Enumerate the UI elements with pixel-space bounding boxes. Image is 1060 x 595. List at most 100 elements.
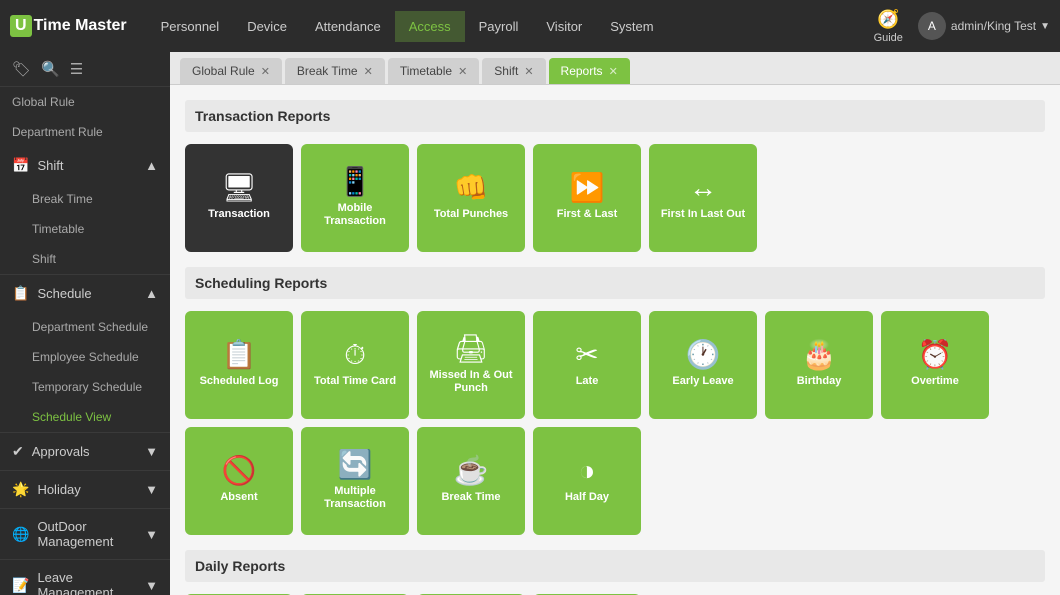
reports-content: Transaction Reports 🖥 Transaction 📱 Mobi… — [170, 85, 1060, 595]
tab-global-rule-label: Global Rule — [192, 64, 255, 78]
sidebar-section-shift-header[interactable]: 📅 Shift ▲ — [0, 147, 170, 184]
sidebar-item-dept-schedule[interactable]: Department Schedule — [0, 312, 170, 342]
scheduled-log-icon: 📋 — [222, 341, 257, 369]
tab-break-time-close[interactable]: ✕ — [364, 65, 373, 78]
missed-punch-icon: 🖨 — [453, 335, 489, 363]
avatar: A — [918, 12, 946, 40]
search-icon[interactable]: 🔍 — [41, 60, 60, 78]
leave-icon: 📝 — [12, 577, 29, 594]
card-first-last[interactable]: ⏩ First & Last — [533, 144, 641, 252]
card-scheduled-log[interactable]: 📋 Scheduled Log — [185, 311, 293, 419]
overtime-label: Overtime — [911, 375, 959, 388]
schedule-label: Schedule — [37, 286, 91, 301]
sidebar-section-leave: 📝 Leave Management ▼ — [0, 560, 170, 595]
shift-items: Break Time Timetable Shift — [0, 184, 170, 274]
card-multiple-transaction[interactable]: 🔄 Multiple Transaction — [301, 427, 409, 535]
transaction-reports-title: Transaction Reports — [185, 100, 1045, 132]
overtime-icon: ⏰ — [918, 341, 953, 369]
tab-shift[interactable]: Shift ✕ — [482, 58, 545, 84]
user-info[interactable]: A admin/King Test ▼ — [918, 12, 1050, 40]
nav-right: 🧭 Guide A admin/King Test ▼ — [874, 9, 1050, 44]
break-time-icon: ☕ — [454, 457, 489, 485]
sidebar-item-global-rule[interactable]: Global Rule — [0, 87, 170, 117]
nav-payroll[interactable]: Payroll — [465, 11, 533, 42]
sidebar-item-schedule-view[interactable]: Schedule View — [0, 402, 170, 432]
chevron-down-icon3: ▼ — [145, 482, 158, 497]
logo-text: Time Master — [34, 17, 127, 35]
card-mobile-transaction[interactable]: 📱 Mobile Transaction — [301, 144, 409, 252]
tab-timetable-close[interactable]: ✕ — [458, 65, 467, 78]
tab-timetable-label: Timetable — [400, 64, 452, 78]
sidebar: 🏷 🔍 ☰ Global Rule Department Rule 📅 Shif… — [0, 52, 170, 595]
half-day-label: Half Day — [565, 491, 609, 504]
break-time-label: Break Time — [441, 491, 500, 504]
tab-timetable[interactable]: Timetable ✕ — [388, 58, 479, 84]
sidebar-item-break-time[interactable]: Break Time — [0, 184, 170, 214]
card-first-in-last-out[interactable]: ↔ First In Last Out — [649, 144, 757, 252]
transaction-cards-grid: 🖥 Transaction 📱 Mobile Transaction 👊 Tot… — [185, 144, 1045, 252]
card-total-time-card[interactable]: ⏱ Total Time Card — [301, 311, 409, 419]
sidebar-item-timetable[interactable]: Timetable — [0, 214, 170, 244]
nav-system[interactable]: System — [596, 11, 667, 42]
sidebar-section-outdoor-header[interactable]: 🌐 OutDoor Management ▼ — [0, 509, 170, 559]
nav-attendance[interactable]: Attendance — [301, 11, 395, 42]
sidebar-item-shift[interactable]: Shift — [0, 244, 170, 274]
top-navigation: U Time Master Personnel Device Attendanc… — [0, 0, 1060, 52]
first-last-label: First & Last — [557, 208, 618, 221]
content-area: Global Rule ✕ Break Time ✕ Timetable ✕ S… — [170, 52, 1060, 595]
tab-global-rule-close[interactable]: ✕ — [261, 65, 270, 78]
sidebar-item-temp-schedule[interactable]: Temporary Schedule — [0, 372, 170, 402]
sidebar-item-department-rule[interactable]: Department Rule — [0, 117, 170, 147]
tabs-bar: Global Rule ✕ Break Time ✕ Timetable ✕ S… — [170, 52, 1060, 85]
card-absent[interactable]: 🚫 Absent — [185, 427, 293, 535]
tab-shift-close[interactable]: ✕ — [524, 65, 533, 78]
card-birthday[interactable]: 🎂 Birthday — [765, 311, 873, 419]
first-in-last-out-icon: ↔ — [689, 174, 717, 202]
sidebar-section-schedule-header[interactable]: 📋 Schedule ▲ — [0, 275, 170, 312]
card-transaction[interactable]: 🖥 Transaction — [185, 144, 293, 252]
sidebar-item-emp-schedule[interactable]: Employee Schedule — [0, 342, 170, 372]
list-icon[interactable]: ☰ — [70, 60, 83, 78]
tab-reports-close[interactable]: ✕ — [609, 65, 618, 78]
tag-icon[interactable]: 🏷 — [12, 60, 31, 78]
tab-reports[interactable]: Reports ✕ — [549, 58, 630, 84]
scheduling-cards-grid: 📋 Scheduled Log ⏱ Total Time Card 🖨 Miss… — [185, 311, 1045, 535]
shift-label: Shift — [37, 158, 63, 173]
tab-global-rule[interactable]: Global Rule ✕ — [180, 58, 282, 84]
nav-access[interactable]: Access — [395, 11, 465, 42]
chevron-down-icon2: ▼ — [145, 444, 158, 459]
scheduled-log-label: Scheduled Log — [200, 375, 279, 388]
sidebar-section-holiday: 🌟 Holiday ▼ — [0, 471, 170, 509]
guide-icon: 🧭 — [877, 9, 899, 30]
card-total-punches[interactable]: 👊 Total Punches — [417, 144, 525, 252]
card-late[interactable]: ✂ Late — [533, 311, 641, 419]
approvals-icon: ✔ — [12, 443, 24, 460]
main-layout: 🏷 🔍 ☰ Global Rule Department Rule 📅 Shif… — [0, 52, 1060, 595]
card-break-time[interactable]: ☕ Break Time — [417, 427, 525, 535]
card-missed-punch[interactable]: 🖨 Missed In & Out Punch — [417, 311, 525, 419]
card-early-leave[interactable]: 🕐 Early Leave — [649, 311, 757, 419]
transaction-card-icon: 🖥 — [221, 174, 257, 202]
chevron-down-icon5: ▼ — [145, 578, 158, 593]
guide-button[interactable]: 🧭 Guide — [874, 9, 903, 44]
early-leave-label: Early Leave — [672, 375, 733, 388]
sidebar-section-approvals-header[interactable]: ✔ Approvals ▼ — [0, 433, 170, 470]
tab-shift-label: Shift — [494, 64, 518, 78]
tab-break-time[interactable]: Break Time ✕ — [285, 58, 385, 84]
card-overtime[interactable]: ⏰ Overtime — [881, 311, 989, 419]
tab-reports-label: Reports — [561, 64, 603, 78]
total-punches-label: Total Punches — [434, 208, 508, 221]
nav-device[interactable]: Device — [233, 11, 301, 42]
multiple-transaction-icon: 🔄 — [338, 451, 373, 479]
nav-personnel[interactable]: Personnel — [147, 11, 234, 42]
card-half-day[interactable]: ◑ Half Day — [533, 427, 641, 535]
early-leave-icon: 🕐 — [686, 341, 721, 369]
logo[interactable]: U Time Master — [10, 15, 127, 37]
sidebar-section-schedule: 📋 Schedule ▲ Department Schedule Employe… — [0, 275, 170, 433]
username: admin/King Test — [951, 19, 1036, 33]
holiday-icon: 🌟 — [12, 481, 29, 498]
scheduling-reports-title: Scheduling Reports — [185, 267, 1045, 299]
sidebar-section-holiday-header[interactable]: 🌟 Holiday ▼ — [0, 471, 170, 508]
sidebar-section-leave-header[interactable]: 📝 Leave Management ▼ — [0, 560, 170, 595]
nav-visitor[interactable]: Visitor — [532, 11, 596, 42]
